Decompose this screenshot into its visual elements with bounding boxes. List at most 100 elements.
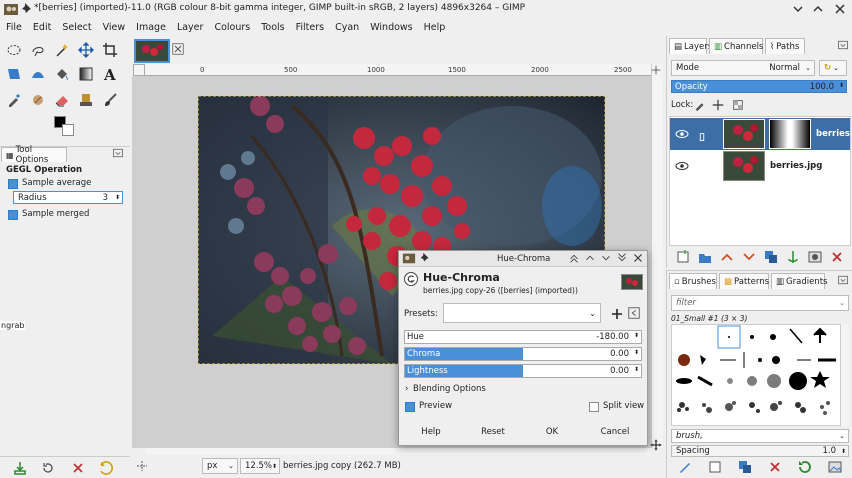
layer-mask-icon[interactable] (805, 247, 825, 267)
horizontal-scrollbar[interactable] (145, 448, 651, 455)
refresh-brushes-icon[interactable] (795, 457, 815, 477)
chevron-down-icon[interactable] (599, 251, 613, 265)
spin-arrows-icon[interactable]: ⬍ (634, 332, 639, 339)
reset-button[interactable]: Reset (473, 427, 513, 437)
tab-tool-options[interactable]: ▦ Tool Options (1, 145, 67, 165)
text-tool-icon[interactable]: A (100, 64, 120, 84)
tab-gradients[interactable]: ▥ Gradients (771, 273, 827, 289)
menu-windows[interactable]: Windows (370, 22, 412, 33)
brush-grid-scrollbar[interactable] (841, 324, 849, 426)
move-tool-icon[interactable] (76, 40, 96, 60)
zoom-toggle-icon[interactable] (649, 64, 663, 76)
bucket-fill-tool-icon[interactable] (52, 64, 72, 84)
eye-icon[interactable] (674, 126, 690, 142)
lightness-slider[interactable]: Lightness 0.00 ⬍ (404, 364, 642, 378)
sample-average-checkbox[interactable] (8, 179, 18, 189)
delete-options-icon[interactable] (68, 458, 88, 478)
mode-select[interactable]: Mode Normal ⌄ (671, 60, 815, 76)
edit-brush-icon[interactable] (675, 457, 695, 477)
double-chevron-up-icon[interactable] (567, 251, 581, 265)
hue-slider[interactable]: Hue -180.00 ⬍ (404, 330, 642, 344)
navigate-icon[interactable] (649, 438, 663, 452)
spin-arrows-icon[interactable]: ⬍ (115, 194, 120, 201)
rect-select-tool-icon[interactable] (4, 40, 24, 60)
reset-options-icon[interactable] (96, 458, 116, 478)
menu-image[interactable]: Image (136, 22, 166, 33)
menu-tools[interactable]: Tools (261, 22, 284, 33)
eraser-tool-icon[interactable] (52, 90, 72, 110)
pin-icon[interactable] (19, 1, 35, 17)
menu-select[interactable]: Select (62, 22, 91, 33)
ok-button[interactable]: OK (537, 427, 567, 437)
eye-icon[interactable] (674, 158, 690, 174)
chevron-up-icon[interactable] (583, 251, 597, 265)
presets-combo[interactable]: ⌄ (443, 303, 601, 323)
tab-brushes[interactable]: ▫ Brushes (669, 273, 717, 289)
menu-colours[interactable]: Colours (214, 22, 250, 33)
preset-menu-icon[interactable] (627, 306, 641, 320)
menu-layer[interactable]: Layer (177, 22, 204, 33)
lock-pixels-icon[interactable] (693, 98, 707, 112)
vertical-scrollbar[interactable] (651, 64, 663, 448)
clone-tool-icon[interactable] (76, 90, 96, 110)
split-view-checkbox[interactable] (589, 402, 599, 412)
new-group-icon[interactable] (695, 247, 715, 267)
tab-patterns[interactable]: ▩ Patterns (719, 273, 769, 289)
fuzzy-select-tool-icon[interactable] (52, 40, 72, 60)
delete-layer-icon[interactable] (827, 247, 847, 267)
zoom-select[interactable]: 12.5% ⬍ (240, 458, 280, 474)
smudge-tool-icon[interactable] (28, 90, 48, 110)
opacity-slider[interactable]: Opacity 100.0 ⬍ (671, 80, 847, 93)
restore-options-icon[interactable] (38, 458, 58, 478)
anchor-layer-icon[interactable] (783, 247, 803, 267)
lock-alpha-icon[interactable] (731, 98, 745, 112)
new-layer-icon[interactable] (673, 247, 693, 267)
spacing-slider[interactable]: Spacing 1.0 ⬍ (671, 445, 849, 457)
panel-menu-icon[interactable] (837, 39, 849, 51)
tab-layers[interactable]: ▤ Layers (669, 38, 712, 54)
image-tab-thumbnail[interactable] (134, 39, 170, 63)
delete-brush-icon[interactable] (765, 457, 785, 477)
chain-icon[interactable] (695, 130, 709, 144)
add-preset-icon[interactable] (609, 306, 625, 322)
menu-cyan[interactable]: Cyan (335, 22, 359, 33)
menu-file[interactable]: File (6, 22, 22, 33)
chevron-down-icon[interactable] (790, 1, 806, 17)
tab-channels[interactable]: ▥ Channels (709, 38, 763, 54)
chroma-slider[interactable]: Chroma 0.00 ⬍ (404, 347, 642, 361)
cancel-button[interactable]: Cancel (593, 427, 637, 437)
crop-tool-icon[interactable] (100, 40, 120, 60)
menu-help[interactable]: Help (424, 22, 446, 33)
close-icon[interactable] (631, 251, 645, 265)
close-icon[interactable] (832, 1, 848, 17)
preview-checkbox[interactable] (405, 402, 415, 412)
paintbrush-tool-icon[interactable] (100, 90, 120, 110)
radius-spinbox[interactable]: Radius 3 ⬍ (13, 191, 123, 204)
tab-paths[interactable]: ⌇ Paths (765, 38, 805, 54)
warp-tool-icon[interactable] (28, 64, 48, 84)
chevron-up-icon[interactable] (810, 1, 826, 17)
lower-layer-icon[interactable] (739, 247, 759, 267)
composite-mode-button[interactable]: ↻ ⌄ (819, 60, 847, 76)
unit-select[interactable]: px ⌄ (202, 458, 238, 474)
spin-arrows-icon[interactable]: ⬍ (634, 366, 639, 373)
brush-tag-input[interactable]: brush, ⌄ (671, 429, 849, 443)
brush-grid[interactable] (671, 324, 841, 426)
blending-options-expander[interactable]: Blending Options (413, 384, 486, 394)
layer-row[interactable]: berries.jpg (670, 150, 850, 182)
double-chevron-down-icon[interactable] (615, 251, 629, 265)
gradient-tool-icon[interactable] (76, 64, 96, 84)
menu-filters[interactable]: Filters (296, 22, 324, 33)
free-select-tool-icon[interactable] (28, 40, 48, 60)
save-options-icon[interactable] (10, 458, 30, 478)
menu-edit[interactable]: Edit (33, 22, 51, 33)
sample-merged-checkbox[interactable] (8, 210, 18, 220)
spin-arrows-icon[interactable]: ⬍ (634, 349, 639, 356)
new-brush-icon[interactable] (705, 457, 725, 477)
chevron-right-icon[interactable]: › (405, 384, 408, 394)
pin-icon[interactable] (418, 251, 432, 265)
open-brush-image-icon[interactable] (825, 457, 845, 477)
transform-tool-icon[interactable] (4, 64, 24, 84)
duplicate-layer-icon[interactable] (761, 247, 781, 267)
help-button[interactable]: Help (413, 427, 449, 437)
